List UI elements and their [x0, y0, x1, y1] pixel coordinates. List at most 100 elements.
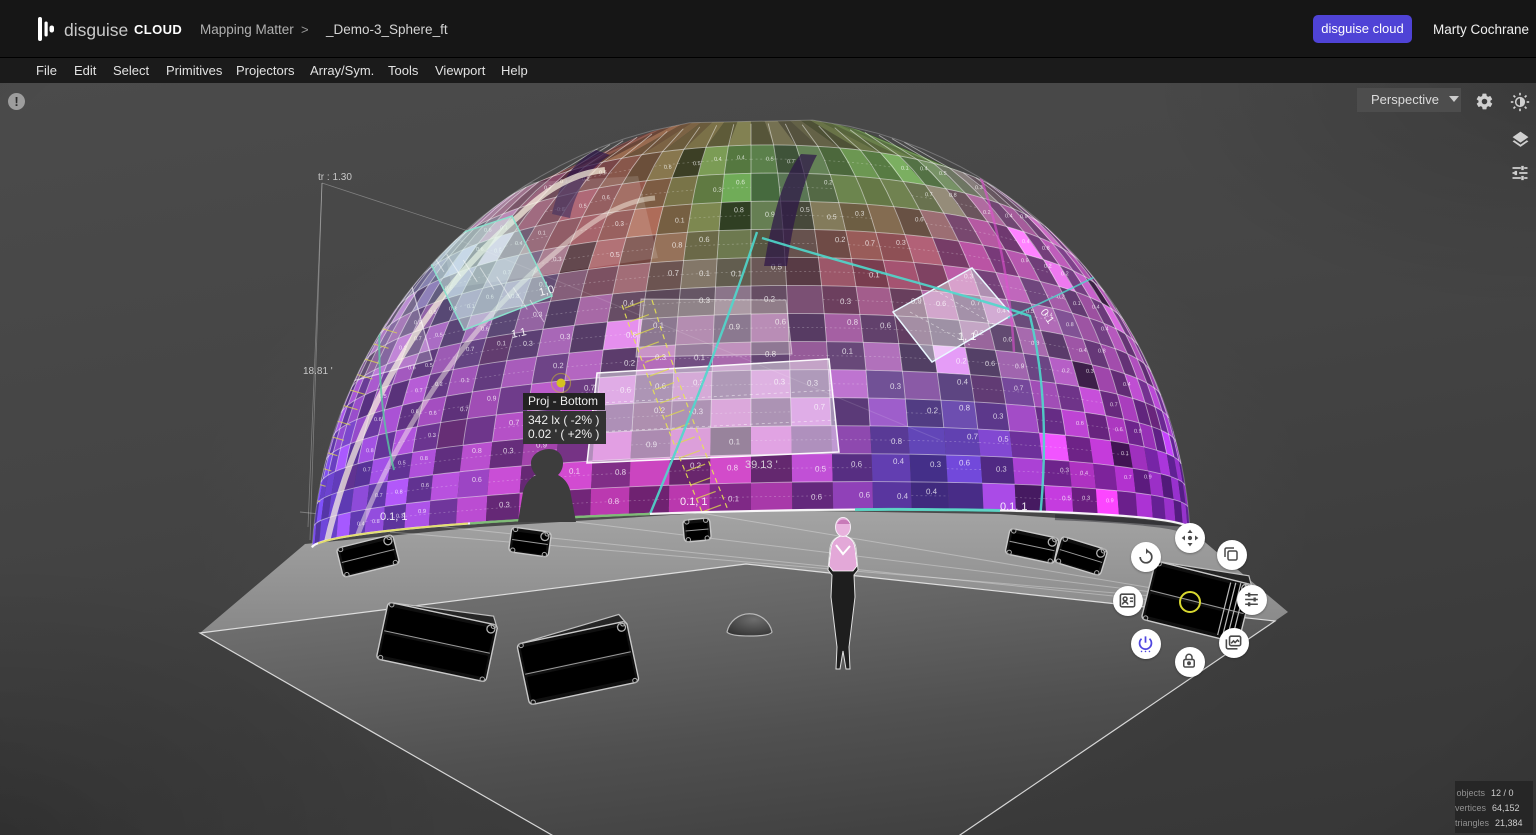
svg-text:0.3: 0.3 [503, 446, 514, 455]
svg-text:0.4: 0.4 [1079, 348, 1087, 354]
svg-text:0.6: 0.6 [421, 483, 429, 489]
svg-text:0.7: 0.7 [509, 418, 519, 427]
svg-text:0.8: 0.8 [727, 463, 739, 472]
svg-text:0.2: 0.2 [927, 406, 939, 415]
svg-text:0.8: 0.8 [1066, 322, 1074, 328]
svg-text:0.7: 0.7 [466, 347, 475, 353]
svg-text:0.8: 0.8 [1098, 348, 1106, 354]
svg-text:0.4: 0.4 [957, 377, 969, 386]
svg-text:0.2: 0.2 [824, 179, 833, 186]
svg-text:0.6: 0.6 [985, 359, 995, 368]
svg-text:0.4: 0.4 [893, 457, 905, 466]
svg-text:0.9: 0.9 [1015, 363, 1025, 370]
svg-text:0.9: 0.9 [1021, 258, 1029, 264]
svg-text:0.2: 0.2 [956, 356, 967, 365]
svg-text:0.8: 0.8 [1042, 246, 1050, 252]
svg-text:0.8: 0.8 [472, 448, 482, 455]
svg-text:0.9: 0.9 [487, 395, 497, 402]
svg-text:0.2: 0.2 [1044, 264, 1052, 270]
svg-text:0.5: 0.5 [435, 333, 443, 339]
svg-text:0.4: 0.4 [1022, 239, 1030, 245]
svg-text:0.5: 0.5 [1062, 495, 1071, 502]
svg-text:0.3: 0.3 [840, 297, 852, 306]
svg-text:0.8: 0.8 [734, 206, 744, 214]
svg-text:0.6: 0.6 [851, 460, 863, 469]
svg-text:0.9: 0.9 [1106, 498, 1114, 504]
svg-text:tr : 1.30: tr : 1.30 [318, 172, 352, 183]
svg-text:0.6: 0.6 [959, 458, 971, 467]
svg-text:0.4: 0.4 [920, 166, 928, 172]
svg-text:0.5: 0.5 [766, 157, 774, 163]
svg-text:0.8: 0.8 [949, 193, 957, 199]
svg-text:0.4: 0.4 [1080, 471, 1089, 477]
svg-text:0.1: 0.1 [699, 269, 711, 278]
svg-text:0.5: 0.5 [398, 460, 406, 466]
svg-text:0.8: 0.8 [615, 468, 627, 477]
svg-text:0.2: 0.2 [1061, 271, 1069, 277]
svg-text:0.3: 0.3 [996, 465, 1007, 474]
svg-text:0.7: 0.7 [865, 238, 875, 247]
svg-text:0.8: 0.8 [891, 437, 903, 446]
svg-text:0.4: 0.4 [1005, 213, 1013, 219]
svg-text:0.8: 0.8 [420, 456, 428, 462]
svg-text:0.8: 0.8 [372, 519, 380, 525]
svg-text:0.3: 0.3 [855, 211, 865, 218]
svg-text:0.3: 0.3 [713, 187, 722, 194]
svg-text:0.1: 0.1 [1121, 451, 1129, 457]
svg-text:0.8: 0.8 [672, 240, 682, 249]
svg-text:0.4: 0.4 [714, 157, 722, 163]
svg-text:0.2: 0.2 [835, 235, 845, 244]
svg-text:0.5: 0.5 [998, 434, 1009, 443]
svg-text:0.6: 0.6 [664, 165, 672, 171]
svg-text:0.1: 0.1 [842, 347, 854, 356]
svg-text:18.81 ': 18.81 ' [303, 366, 333, 377]
svg-text:0.6: 0.6 [429, 411, 437, 417]
svg-text:0.3: 0.3 [975, 185, 983, 191]
svg-text:0.4: 0.4 [897, 492, 909, 501]
svg-text:0.1: 0.1 [461, 377, 470, 384]
svg-text:0.5: 0.5 [827, 214, 837, 221]
svg-text:0.3: 0.3 [1086, 369, 1094, 375]
svg-text:0.3: 0.3 [523, 340, 533, 348]
svg-text:0.4: 0.4 [1092, 305, 1100, 311]
svg-text:0.6: 0.6 [880, 321, 892, 330]
svg-text:0.2: 0.2 [624, 358, 636, 367]
svg-text:0.4: 0.4 [926, 487, 938, 496]
svg-text:0.3: 0.3 [890, 382, 902, 391]
svg-text:0.6: 0.6 [374, 417, 382, 423]
svg-text:0.5: 0.5 [815, 464, 827, 473]
svg-text:0.4: 0.4 [1101, 326, 1109, 332]
svg-text:0.6: 0.6 [1076, 421, 1084, 427]
svg-text:0.5: 0.5 [425, 363, 433, 369]
svg-text:0.3: 0.3 [993, 412, 1003, 421]
svg-text:0.6: 0.6 [859, 490, 871, 499]
svg-text:0.6: 0.6 [472, 476, 482, 484]
svg-text:0.7: 0.7 [1110, 402, 1118, 408]
svg-text:0.7: 0.7 [668, 269, 679, 278]
svg-text:0.7: 0.7 [415, 388, 423, 394]
svg-text:0.3: 0.3 [1060, 467, 1069, 474]
svg-text:0.7: 0.7 [967, 432, 979, 441]
svg-text:0.9: 0.9 [418, 509, 426, 515]
svg-text:0.2: 0.2 [1062, 368, 1070, 374]
svg-text:0.7: 0.7 [787, 159, 795, 165]
svg-text:0.4: 0.4 [1123, 382, 1131, 388]
svg-text:0.6: 0.6 [811, 492, 823, 501]
svg-text:0.6: 0.6 [1115, 427, 1123, 433]
svg-text:0.9: 0.9 [1020, 214, 1028, 220]
svg-text:0.6: 0.6 [736, 179, 745, 186]
svg-text:1, 1: 1, 1 [958, 331, 976, 343]
svg-text:0.6: 0.6 [1003, 336, 1012, 343]
svg-text:0.3: 0.3 [930, 460, 942, 469]
svg-text:0.7: 0.7 [1124, 475, 1132, 481]
svg-text:0.9: 0.9 [1134, 429, 1142, 435]
svg-text:0.8: 0.8 [959, 403, 971, 412]
svg-text:0.5: 0.5 [939, 171, 947, 177]
svg-text:0.1: 0.1 [569, 467, 581, 476]
svg-text:0.3: 0.3 [428, 433, 436, 439]
svg-text:0.9: 0.9 [765, 210, 775, 218]
svg-text:0.7: 0.7 [925, 192, 933, 198]
svg-text:0.2: 0.2 [553, 361, 564, 370]
svg-text:0.1: 0.1 [728, 494, 740, 503]
svg-text:0.7: 0.7 [363, 467, 371, 473]
